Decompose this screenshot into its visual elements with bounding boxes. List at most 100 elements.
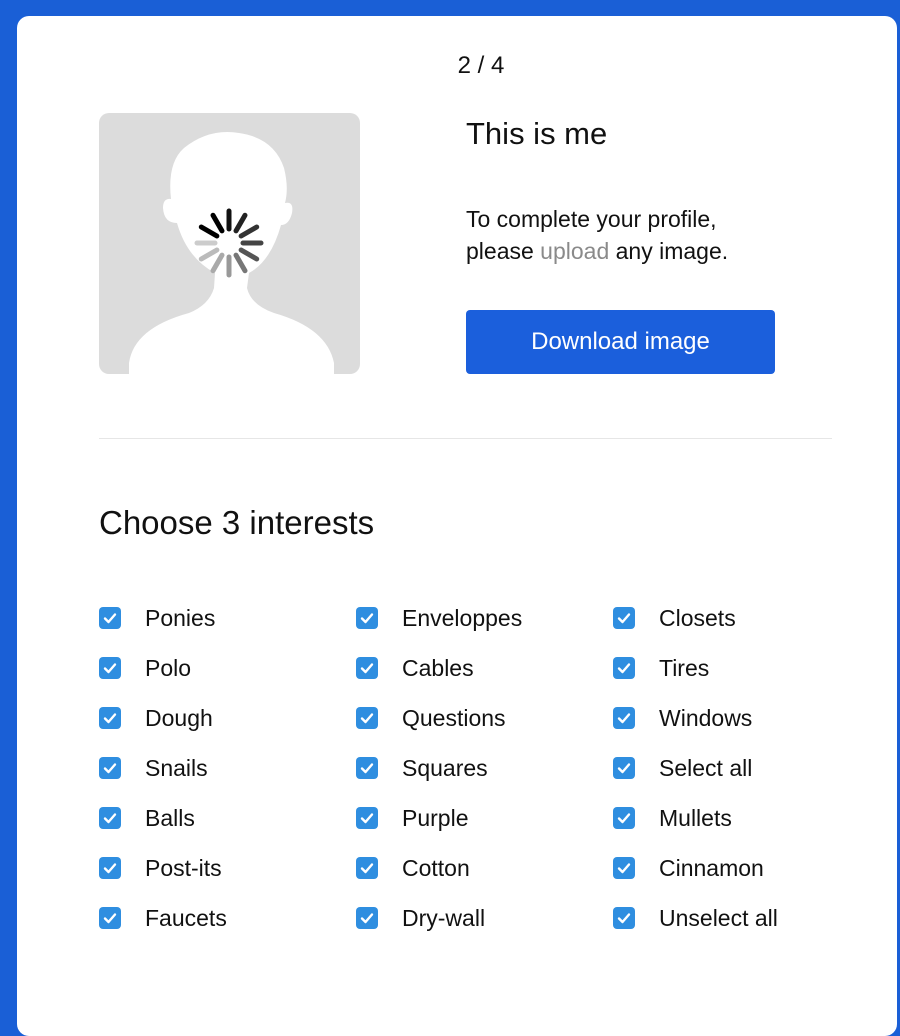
interest-label: Polo [145,654,192,681]
checkmark-icon [617,713,631,724]
interest-checkbox[interactable] [99,857,121,879]
checkmark-icon [103,763,117,774]
divider [99,438,832,439]
checkmark-icon [360,913,374,924]
checkmark-icon [360,713,374,724]
interest-item[interactable]: Snails [99,743,227,793]
interest-label: Mullets [659,804,732,831]
interest-checkbox[interactable] [99,807,121,829]
interest-checkbox[interactable] [356,857,378,879]
checkmark-icon [617,913,631,924]
interest-checkbox[interactable] [356,707,378,729]
checkmark-icon [103,863,117,874]
interest-item[interactable]: Select all [613,743,778,793]
interest-label: Snails [145,754,208,781]
interests-column-3: Closets Tires Windows Select all Mullets Cinn… [613,593,778,943]
interest-label: Cables [402,654,474,681]
interest-item[interactable]: Post-its [99,843,227,893]
interest-label: Cotton [402,854,470,881]
interest-checkbox[interactable] [99,757,121,779]
interest-label: Select all [659,754,753,781]
checkmark-icon [360,763,374,774]
interest-label: Balls [145,804,195,831]
interest-item[interactable]: Dry-wall [356,893,522,943]
checkmark-icon [103,813,117,824]
interest-label: Closets [659,604,736,631]
interest-item[interactable]: Ponies [99,593,227,643]
interest-checkbox[interactable] [613,907,635,929]
interest-label: Windows [659,704,753,731]
interest-label: Squares [402,754,488,781]
interest-checkbox[interactable] [356,807,378,829]
description-line-2: please upload any image. [466,235,728,267]
interest-item[interactable]: Closets [613,593,778,643]
spinner-icon [194,208,264,278]
interest-checkbox[interactable] [613,857,635,879]
interest-checkbox[interactable] [613,757,635,779]
upload-link[interactable]: upload [540,238,609,264]
interest-checkbox[interactable] [99,907,121,929]
profile-description: To complete your profile, please upload … [466,203,728,267]
interest-label: Dry-wall [402,904,486,931]
interest-item[interactable]: Squares [356,743,522,793]
interest-checkbox[interactable] [613,657,635,679]
interest-label: Unselect all [659,904,778,931]
interest-checkbox[interactable] [356,657,378,679]
checkmark-icon [360,813,374,824]
step-indicator: 2 / 4 [457,52,505,79]
interest-label: Ponies [145,604,216,631]
checkmark-icon [103,663,117,674]
interest-label: Faucets [145,904,227,931]
interest-item[interactable]: Dough [99,693,227,743]
interest-item[interactable]: Enveloppes [356,593,522,643]
checkmark-icon [103,613,117,624]
description-after: any image. [609,238,729,264]
interests-title: Choose 3 interests [99,504,375,541]
interest-checkbox[interactable] [613,707,635,729]
interest-checkbox[interactable] [99,657,121,679]
checkmark-icon [360,863,374,874]
checkmark-icon [360,613,374,624]
checkmark-icon [360,663,374,674]
interest-item[interactable]: Questions [356,693,522,743]
interest-item[interactable]: Cotton [356,843,522,893]
interest-item[interactable]: Polo [99,643,227,693]
interest-label: Enveloppes [402,604,523,631]
interest-checkbox[interactable] [356,607,378,629]
interest-checkbox[interactable] [99,707,121,729]
interest-item[interactable]: Balls [99,793,227,843]
interest-item[interactable]: Tires [613,643,778,693]
interest-label: Purple [402,804,469,831]
checkmark-icon [617,763,631,774]
interest-label: Tires [659,654,710,681]
checkmark-icon [617,613,631,624]
interest-item[interactable]: Cables [356,643,522,693]
interest-checkbox[interactable] [99,607,121,629]
interest-checkbox[interactable] [356,907,378,929]
description-please: please [466,238,541,264]
interest-label: Cinnamon [659,854,764,881]
description-line-1: To complete your profile, [466,206,717,232]
interest-item[interactable]: Windows [613,693,778,743]
interest-checkbox[interactable] [356,757,378,779]
interest-item[interactable]: Cinnamon [613,843,778,893]
checkmark-icon [103,913,117,924]
interest-item[interactable]: Purple [356,793,522,843]
avatar [99,113,360,374]
interest-item[interactable]: Unselect all [613,893,778,943]
checkmark-icon [617,663,631,674]
checkmark-icon [617,863,631,874]
interests-column-2: Enveloppes Cables Questions Squares Purple Co… [356,593,522,943]
download-image-button[interactable]: Download image [466,310,775,374]
profile-title: This is me [466,116,608,151]
interest-label: Dough [145,704,213,731]
interest-label: Questions [402,704,506,731]
interest-item[interactable]: Faucets [99,893,227,943]
interest-item[interactable]: Mullets [613,793,778,843]
interest-label: Post-its [145,854,222,881]
checkmark-icon [617,813,631,824]
interest-checkbox[interactable] [613,607,635,629]
interests-column-1: Ponies Polo Dough Snails Balls Post-its Faucet… [99,593,227,943]
checkmark-icon [103,713,117,724]
interest-checkbox[interactable] [613,807,635,829]
